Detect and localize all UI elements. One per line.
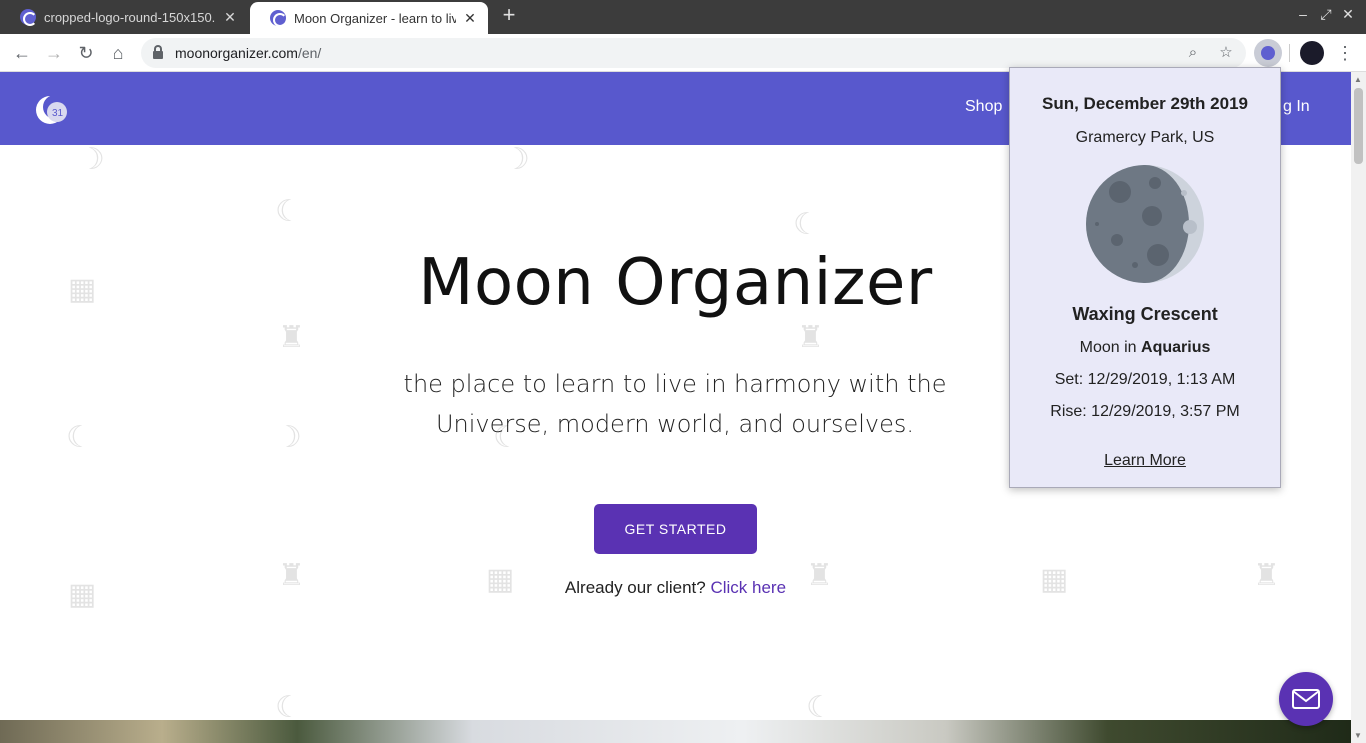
moon-extension-popup: Sun, December 29th 2019 Gramercy Park, U… (1009, 67, 1281, 488)
popup-zodiac: Moon in Aquarius (1010, 339, 1280, 357)
moon-pattern-icon: ☽ (78, 143, 105, 176)
site-favicon-icon (20, 9, 37, 26)
contact-mail-button[interactable] (1279, 672, 1333, 726)
client-prompt: Already our client? Click here (0, 578, 1351, 598)
zoom-icon[interactable]: ⌕ (1183, 43, 1203, 63)
moon-extension-icon[interactable] (1254, 39, 1282, 67)
client-login-link[interactable]: Click here (710, 578, 786, 597)
mail-icon (1292, 689, 1320, 709)
learn-more-link[interactable]: Learn More (1010, 452, 1280, 470)
hero-photo (0, 720, 1351, 743)
back-icon[interactable]: ← (10, 41, 34, 65)
new-tab-button[interactable]: + (498, 4, 520, 27)
forward-icon[interactable]: → (42, 41, 66, 65)
candle-pattern-icon: ♜ (278, 321, 305, 354)
site-favicon-icon (270, 10, 287, 27)
popup-moonrise: Rise: 12/29/2019, 3:57 PM (1050, 403, 1240, 420)
nav-shop-link[interactable]: Shop (965, 98, 1002, 116)
moon-phase-icon (1086, 165, 1204, 283)
client-text: Already our client? (564, 578, 706, 597)
moon-organizer-logo[interactable]: 31 (33, 92, 71, 128)
minimize-button[interactable]: – (1293, 6, 1313, 22)
address-bar[interactable]: moonorganizer.com/en/ ⌕ ☆ (141, 38, 1246, 68)
kebab-menu-icon[interactable]: ⋮ (1336, 41, 1354, 65)
close-tab-icon[interactable]: ✕ (462, 10, 478, 27)
popup-date: Sun, December 29th 2019 (1042, 94, 1248, 113)
page-scrollbar[interactable]: ▲ ▼ (1351, 72, 1366, 743)
lock-icon[interactable] (153, 45, 163, 59)
nav-login-link[interactable]: g In (1283, 98, 1310, 116)
popup-sign-prefix: Moon in (1079, 339, 1137, 356)
popup-phase: Waxing Crescent (1072, 304, 1218, 324)
browser-tabstrip: cropped-logo-round-150x150.p ✕ Moon Orga… (0, 0, 1366, 34)
tab-moon-organizer[interactable]: Moon Organizer - learn to live i ✕ (250, 2, 488, 34)
close-tab-icon[interactable]: ✕ (222, 9, 238, 26)
popup-sign: Aquarius (1141, 339, 1211, 356)
popup-moonset: Set: 12/29/2019, 1:13 AM (1054, 371, 1236, 388)
scroll-up-icon[interactable]: ▲ (1354, 75, 1362, 84)
home-icon[interactable]: ⌂ (106, 41, 130, 65)
bookmark-star-icon[interactable]: ☆ (1216, 43, 1236, 63)
tab-logo-image[interactable]: cropped-logo-round-150x150.p ✕ (0, 0, 248, 34)
tab-title: cropped-logo-round-150x150.p (44, 9, 216, 25)
tab-title: Moon Organizer - learn to live i (294, 10, 456, 26)
restore-button[interactable]: ⤢ (1316, 6, 1336, 23)
moon-pattern-icon: ☽ (503, 143, 530, 176)
candle-pattern-icon: ♜ (797, 321, 824, 354)
moon-pattern-icon: ☾ (66, 421, 93, 454)
moon-pattern-icon: ☾ (275, 195, 302, 228)
scrollbar-thumb[interactable] (1354, 88, 1363, 164)
url-path: /en/ (297, 45, 322, 61)
hero-subtitle: the place to learn to live in harmony wi… (403, 370, 947, 438)
url-host: moonorganizer.com (175, 45, 298, 61)
toolbar-divider (1289, 44, 1290, 62)
close-window-button[interactable]: ✕ (1338, 6, 1358, 23)
popup-location: Gramercy Park, US (1075, 129, 1215, 146)
profile-avatar[interactable] (1300, 41, 1324, 65)
get-started-button[interactable]: GET STARTED (594, 504, 757, 554)
svg-text:31: 31 (52, 108, 64, 119)
moon-pattern-icon: ☽ (275, 421, 302, 454)
reload-icon[interactable]: ↻ (74, 41, 98, 65)
scroll-down-icon[interactable]: ▼ (1354, 731, 1362, 740)
moon-pattern-icon: ☾ (793, 208, 820, 241)
